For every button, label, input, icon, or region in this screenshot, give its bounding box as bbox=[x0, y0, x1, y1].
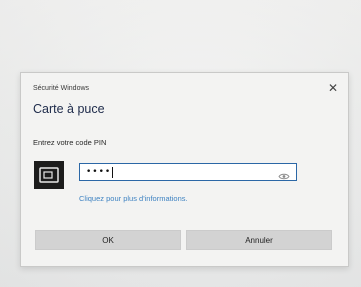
text-caret bbox=[112, 166, 114, 178]
window-title: Sécurité Windows bbox=[33, 85, 90, 92]
pin-value: •••• bbox=[86, 167, 112, 177]
windows-security-dialog: Sécurité Windows ✕ Carte à puce Entrez v… bbox=[20, 72, 349, 267]
ok-button[interactable]: OK bbox=[35, 230, 181, 250]
pin-prompt-label: Entrez votre code PIN bbox=[33, 138, 107, 147]
eye-icon[interactable] bbox=[278, 168, 290, 180]
more-info-link[interactable]: Cliquez pour plus d'informations. bbox=[79, 194, 188, 203]
close-icon[interactable]: ✕ bbox=[326, 81, 340, 95]
cancel-button[interactable]: Annuler bbox=[186, 230, 332, 250]
pin-input[interactable]: •••• bbox=[79, 163, 297, 181]
smart-card-icon bbox=[34, 161, 64, 189]
dialog-heading: Carte à puce bbox=[33, 102, 105, 116]
